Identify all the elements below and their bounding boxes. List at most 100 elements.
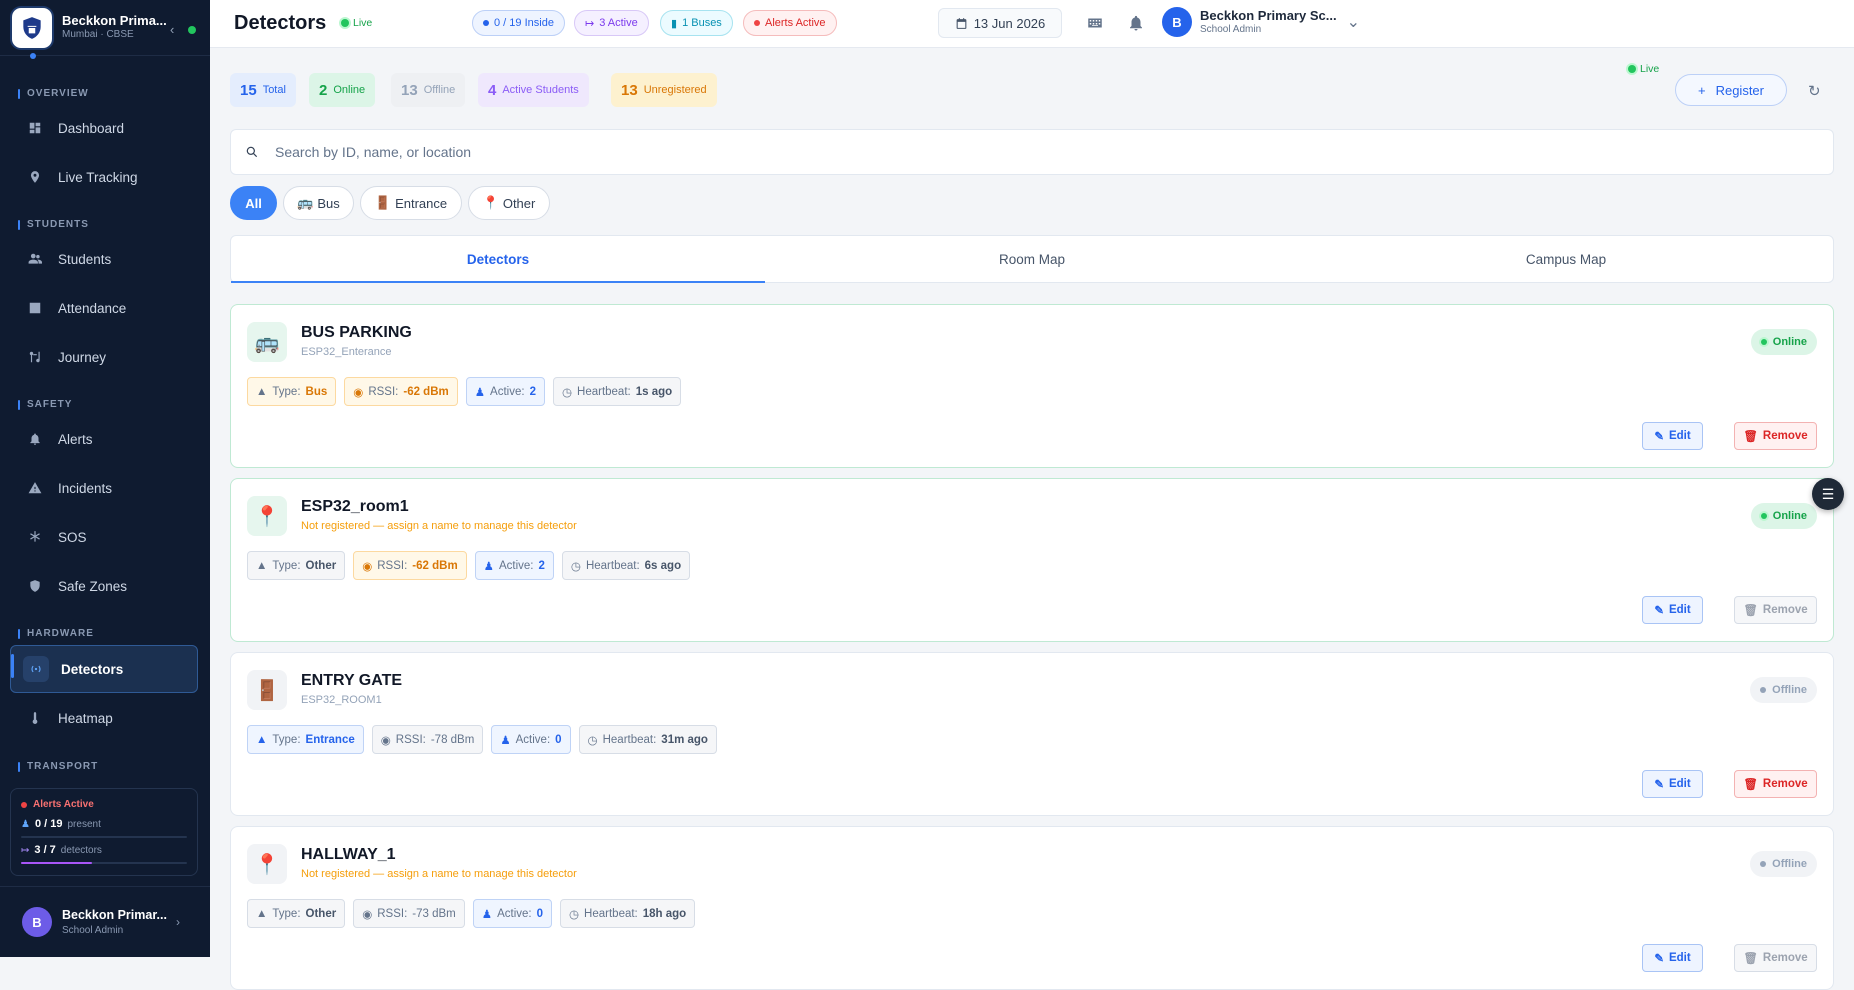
tag-value: Other	[305, 907, 337, 920]
school-subtitle: Mumbai · CBSE	[62, 29, 134, 41]
edit-button[interactable]: ✎ Edit	[1642, 422, 1703, 450]
sidebar-item-safe-zones[interactable]: Safe Zones	[10, 566, 198, 606]
status-badge: Online	[1750, 329, 1817, 355]
user-menu[interactable]: B Beckkon Primary Sc... School Admin ⌄	[1162, 7, 1360, 37]
school-logo[interactable]	[12, 7, 52, 48]
filter-entrance[interactable]: 🚪 Entrance	[360, 186, 462, 220]
button-label: Remove	[1762, 604, 1808, 616]
school-name: Beckkon Prima...	[62, 13, 167, 29]
sidebar-item-journey[interactable]: Journey	[10, 337, 198, 377]
clock-icon: ◷	[561, 386, 573, 399]
sidebar-item-label: Incidents	[58, 480, 113, 496]
tag-label: Active:	[515, 733, 551, 746]
door-icon: 🚪	[374, 195, 392, 210]
refresh-icon[interactable]: ↻	[1808, 82, 1821, 100]
broadcast-icon	[31, 665, 41, 673]
active-tag: ♟ Active: 0	[472, 899, 552, 928]
tag-value: Bus	[305, 385, 328, 398]
stat-value: 13	[621, 81, 638, 99]
clock-icon: ◷	[587, 734, 598, 747]
stat-label: Offline	[423, 84, 456, 96]
sidebar-item-detectors[interactable]: Detectors	[10, 645, 198, 693]
sidebar-item-heatmap[interactable]: Heatmap	[10, 698, 198, 738]
active-tag: ♟ Active: 2	[474, 551, 554, 580]
plus-icon: +	[1697, 82, 1706, 98]
trash-icon: 🗑	[1743, 605, 1758, 617]
sidebar-item-alerts[interactable]: Alerts	[10, 419, 198, 459]
tab-detectors[interactable]: Detectors	[231, 236, 765, 283]
sidebar-item-label: Live Tracking	[58, 169, 138, 185]
filter-other[interactable]: 📍 Other	[468, 186, 550, 220]
present-label: present	[67, 818, 101, 830]
detectors-count: 3 / 7	[34, 844, 56, 856]
stat-value: 4	[488, 81, 497, 99]
tag-label: Active:	[497, 907, 532, 920]
status-label: Offline	[1772, 684, 1807, 696]
date-picker[interactable]: 13 Jun 2026	[938, 8, 1062, 38]
sidebar-item-sos[interactable]: SOS	[10, 517, 198, 557]
sidebar-user[interactable]: B Beckkon Primar... School Admin ›	[0, 886, 210, 957]
detector-card: 📍 HALLWAY_1 Not registered — assign a na…	[230, 826, 1834, 990]
tag-value: 18h ago	[642, 907, 687, 920]
rssi-tag: ◉ RSSI: -62 dBm	[353, 551, 467, 580]
clock-icon: ◷	[569, 908, 580, 921]
remove-button[interactable]: 🗑 Remove	[1734, 422, 1817, 450]
remove-button[interactable]: 🗑 Remove	[1734, 596, 1817, 624]
type-icon: ▲	[256, 559, 268, 572]
buses-pill[interactable]: ▮ 1 Buses	[660, 10, 733, 36]
people-icon: ♟	[483, 560, 494, 573]
active-pill[interactable]: ↦ 3 Active	[574, 10, 649, 36]
edit-button[interactable]: ✎ Edit	[1642, 770, 1703, 798]
tag-value: -78 dBm	[430, 733, 475, 746]
notification-bell-icon[interactable]	[1127, 14, 1145, 32]
pin-icon: 📍	[247, 844, 287, 884]
tag-label: Type:	[272, 559, 301, 572]
shield-icon	[30, 580, 40, 592]
remove-button[interactable]: 🗑 Remove	[1734, 944, 1817, 972]
button-label: Remove	[1762, 952, 1808, 964]
trash-icon: 🗑	[1743, 779, 1758, 791]
tag-value: 2	[529, 385, 536, 398]
tag-value: 1s ago	[635, 385, 673, 398]
tab-room-map[interactable]: Room Map	[765, 236, 1299, 282]
stat-total: 15 Total	[230, 73, 296, 107]
alerts-pill[interactable]: Alerts Active	[743, 10, 837, 36]
logo-indicator-dot	[30, 53, 36, 59]
alerts-pill-label: Alerts Active	[765, 17, 826, 29]
heartbeat-tag: ◷ Heartbeat: 1s ago	[552, 377, 682, 406]
tag-label: Type:	[272, 907, 301, 920]
tag-value: -73 dBm	[412, 907, 456, 920]
active-tag: ♟ Active: 0	[491, 725, 571, 754]
floating-menu-button[interactable]: ☰	[1812, 478, 1844, 510]
edit-button[interactable]: ✎ Edit	[1642, 944, 1703, 972]
sidebar-item-students[interactable]: Students	[10, 239, 198, 279]
filter-all[interactable]: All	[230, 186, 277, 220]
people-icon	[28, 253, 42, 264]
sidebar-item-live-tracking[interactable]: Live Tracking	[10, 157, 198, 197]
sidebar-item-attendance[interactable]: Attendance	[10, 288, 198, 328]
filter-label: All	[245, 195, 262, 211]
inside-pill[interactable]: 0 / 19 Inside	[472, 10, 565, 36]
remove-button[interactable]: 🗑 Remove	[1734, 770, 1817, 798]
sidebar-item-label: Dashboard	[58, 120, 125, 136]
trash-icon: 🗑	[1743, 431, 1758, 443]
sidebar-item-incidents[interactable]: Incidents	[10, 468, 198, 508]
search-icon	[246, 146, 258, 158]
sidebar-item-dashboard[interactable]: Dashboard	[10, 108, 198, 148]
tag-value: 0	[536, 907, 543, 920]
register-button[interactable]: + Register	[1675, 74, 1787, 106]
filter-label: Entrance	[395, 195, 448, 211]
collapse-chevron-icon[interactable]: ‹	[170, 22, 174, 37]
keyboard-icon[interactable]	[1086, 14, 1104, 32]
avatar: B	[1162, 7, 1192, 37]
detector-name: ESP32_room1	[301, 498, 409, 515]
chevron-down-icon: ⌄	[1346, 14, 1360, 31]
status-label: Offline	[1772, 858, 1807, 870]
tab-campus-map[interactable]: Campus Map	[1299, 236, 1833, 282]
section-hardware: HARDWARE	[18, 628, 94, 639]
edit-button[interactable]: ✎ Edit	[1642, 596, 1703, 624]
filter-bus[interactable]: 🚌 Bus	[283, 186, 354, 220]
search-input[interactable]	[275, 144, 1175, 160]
route-icon	[29, 351, 40, 363]
detectors-label: detectors	[60, 844, 102, 856]
